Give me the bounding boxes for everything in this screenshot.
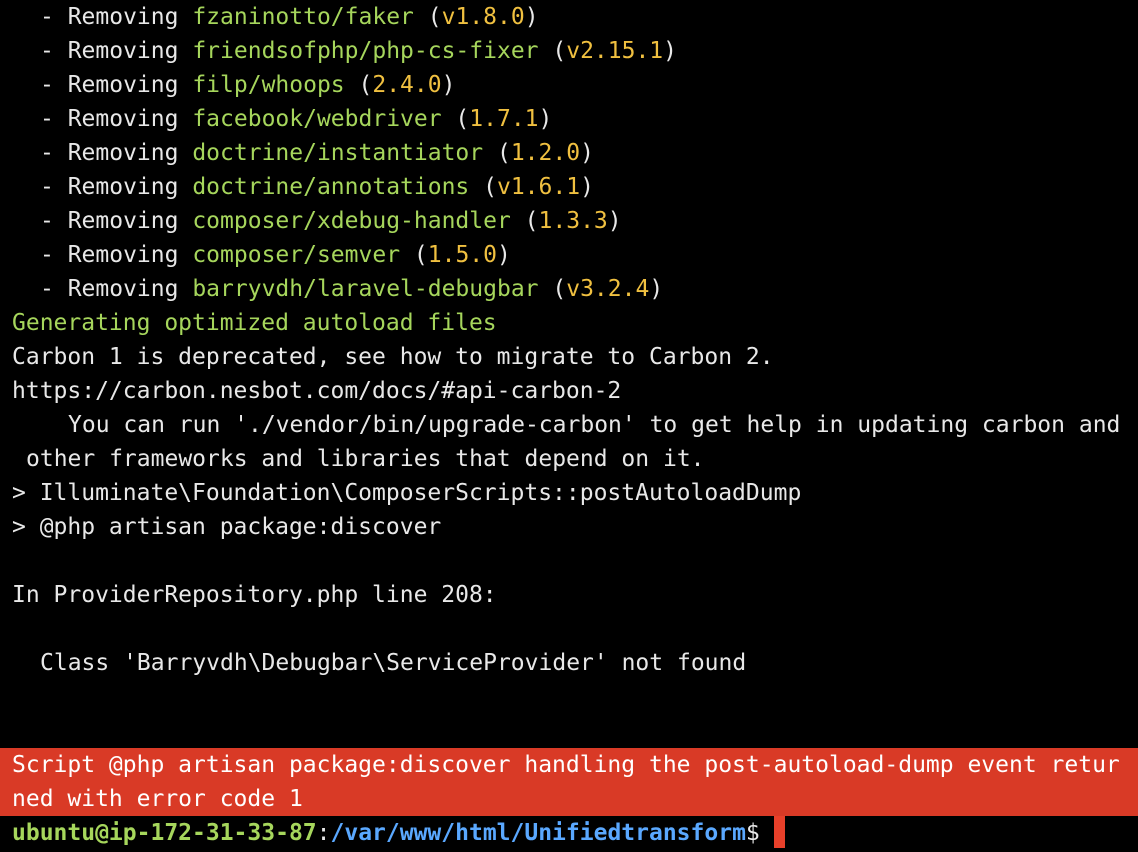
carbon-upgrade-hint-continued: other frameworks and libraries that depe… <box>26 446 705 472</box>
removal-line: - Removing friendsofphp/php-cs-fixer (v2… <box>40 38 678 64</box>
removal-prefix: - Removing <box>40 174 193 200</box>
package-name: doctrine/instantiator <box>192 140 484 166</box>
package-version: 1.7.1 <box>469 106 539 132</box>
removal-line: - Removing doctrine/annotations (v1.6.1) <box>40 174 594 200</box>
error-block-line: Script @php artisan package:discover han… <box>12 752 1120 778</box>
script-post-autoload-dump: > Illuminate\Foundation\ComposerScripts:… <box>12 480 802 506</box>
package-name: composer/xdebug-handler <box>192 208 511 234</box>
removal-line: - Removing composer/xdebug-handler (1.3.… <box>40 208 622 234</box>
removal-prefix: - Removing <box>40 38 193 64</box>
error-location: In ProviderRepository.php line 208: <box>12 582 497 608</box>
generating-autoload-text: Generating optimized autoload files <box>12 310 497 336</box>
package-version: v1.8.0 <box>441 4 525 30</box>
error-message: Class 'Barryvdh\Debugbar\ServiceProvider… <box>40 650 747 676</box>
package-version: 1.2.0 <box>510 140 581 166</box>
package-name: fzaninotto/faker <box>192 4 414 30</box>
removal-line: - Removing facebook/webdriver (1.7.1) <box>40 106 553 132</box>
removal-line: - Removing fzaninotto/faker (v1.8.0) <box>40 4 539 30</box>
terminal-window[interactable]: - Removing fzaninotto/faker (v1.8.0) - Re… <box>0 0 1138 852</box>
package-name: barryvdh/laravel-debugbar <box>192 276 539 302</box>
package-version: v3.2.4 <box>566 276 650 302</box>
removal-line: - Removing barryvdh/laravel-debugbar (v3… <box>40 276 664 302</box>
generating-autoload-line: Generating optimized autoload files <box>0 306 1138 340</box>
error-block-line: ned with error code 1 <box>12 786 303 812</box>
removal-line: - Removing doctrine/instantiator (1.2.0) <box>40 140 594 166</box>
package-name: filp/whoops <box>192 72 345 98</box>
package-version: v1.6.1 <box>496 174 581 200</box>
removal-prefix: - Removing <box>40 276 193 302</box>
removal-prefix: - Removing <box>40 106 193 132</box>
text-cursor[interactable] <box>773 816 785 848</box>
removal-prefix: - Removing <box>40 242 193 268</box>
removal-prefix: - Removing <box>40 72 193 98</box>
prompt-symbol: $ <box>745 820 760 846</box>
prompt-user-host: ubuntu@ip-172-31-33-87 <box>12 820 317 846</box>
removal-line: - Removing composer/semver (1.5.0) <box>40 242 511 268</box>
removal-prefix: - Removing <box>40 4 193 30</box>
package-version: 2.4.0 <box>372 72 442 98</box>
prompt-separator: : <box>316 820 331 846</box>
removal-list: - Removing fzaninotto/faker (v1.8.0) - Re… <box>0 0 1138 306</box>
package-version: 1.3.3 <box>538 208 608 234</box>
package-name: composer/semver <box>192 242 401 268</box>
package-version: 1.5.0 <box>427 242 497 268</box>
carbon-docs-url: https://carbon.nesbot.com/docs/#api-carb… <box>12 378 622 404</box>
removal-line: - Removing filp/whoops (2.4.0) <box>40 72 456 98</box>
package-name: facebook/webdriver <box>192 106 442 132</box>
package-name: doctrine/annotations <box>192 174 470 200</box>
carbon-upgrade-hint: You can run './vendor/bin/upgrade-carbon… <box>68 412 1121 438</box>
prompt-path: /var/www/html/Unifiedtransform <box>330 820 746 846</box>
removal-prefix: - Removing <box>40 208 193 234</box>
shell-prompt[interactable]: ubuntu@ip-172-31-33-87:/var/www/html/Uni… <box>0 816 785 850</box>
package-name: friendsofphp/php-cs-fixer <box>192 38 539 64</box>
error-block: Script @php artisan package:discover han… <box>0 748 1138 816</box>
carbon-deprecation-line: Carbon 1 is deprecated, see how to migra… <box>12 344 774 370</box>
script-package-discover: > @php artisan package:discover <box>12 514 442 540</box>
removal-prefix: - Removing <box>40 140 193 166</box>
package-version: v2.15.1 <box>566 38 664 64</box>
